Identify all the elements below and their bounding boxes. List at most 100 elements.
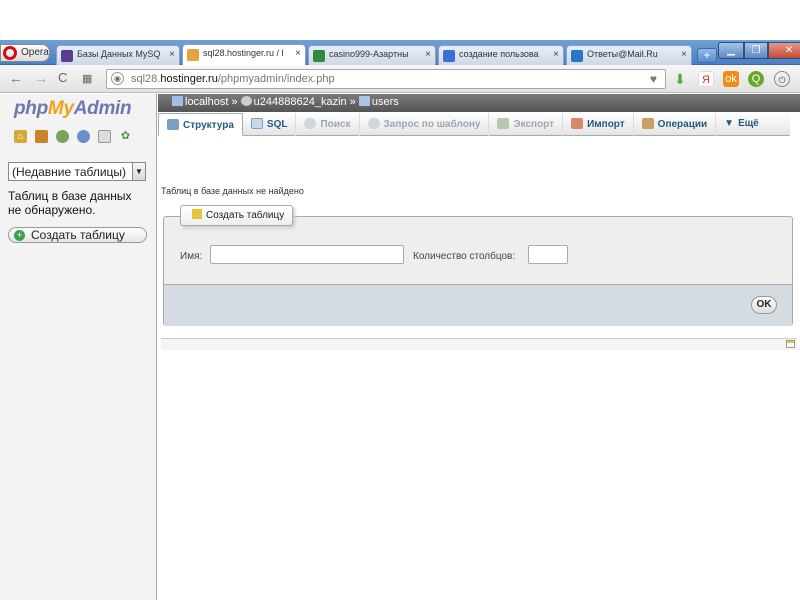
tab-casino999[interactable]: casino999-Азартны × — [308, 45, 436, 65]
tab-label: Ответы@Mail.Ru — [587, 49, 658, 59]
tab-close-icon[interactable]: × — [295, 48, 301, 59]
structure-icon — [167, 119, 179, 130]
turbo-icon[interactable]: ⏻ — [774, 71, 790, 87]
forward-arrow-icon[interactable]: → — [34, 70, 48, 86]
breadcrumb-database[interactable]: u244888624_kazin — [254, 96, 347, 108]
download-arrow-icon[interactable]: ⬇ — [672, 71, 688, 87]
navigation-sidebar: phpMyAdmin ⌂ ✿ (Недавние таблицы) ▼ Табл… — [0, 94, 157, 600]
yandex-icon[interactable]: Я — [698, 71, 714, 87]
page-footer-bar — [161, 338, 797, 350]
opera-menu-button[interactable]: Opera — [0, 44, 50, 62]
tab-mail-answers[interactable]: Ответы@Mail.Ru × — [566, 45, 692, 65]
tab-operations[interactable]: Операции — [634, 113, 717, 136]
tab-create-user[interactable]: создание пользова × — [438, 45, 564, 65]
google-favicon-icon — [443, 50, 455, 62]
phpmyadmin-favicon-icon — [187, 49, 199, 61]
main-content: localhost » u244888624_kazin » users Стр… — [158, 94, 800, 600]
url-path: /phpmyadmin/index.php — [217, 73, 335, 85]
breadcrumb: localhost » u244888624_kazin » users — [158, 94, 800, 112]
new-table-icon — [192, 209, 202, 219]
tab-close-icon[interactable]: × — [681, 49, 687, 60]
breadcrumb-separator: » — [231, 96, 238, 108]
settings-gear-icon[interactable]: ✿ — [119, 130, 132, 143]
sidebar-quick-icons: ⌂ ✿ — [14, 130, 132, 143]
odnoklassniki-icon[interactable]: ok — [723, 71, 739, 87]
tab-import-label: Импорт — [587, 119, 625, 130]
tab-sql[interactable]: SQL — [243, 113, 297, 136]
tab-search-label: Поиск — [320, 119, 351, 130]
create-table-sidebar-button[interactable]: + Создать таблицу — [8, 227, 147, 243]
tab-structure-label: Структура — [183, 120, 234, 131]
logo-admin: Admin — [73, 98, 132, 119]
tab-close-icon[interactable]: × — [169, 49, 175, 60]
breadcrumb-server[interactable]: localhost — [185, 96, 228, 108]
speed-dial-icon[interactable]: ▦ — [82, 72, 92, 85]
tab-query[interactable]: Запрос по шаблону — [360, 113, 490, 136]
window-controls: ▁ ❐ ✕ — [718, 42, 800, 59]
back-arrow-icon[interactable]: ← — [9, 70, 23, 86]
tab-sql-label: SQL — [266, 119, 288, 130]
table-icon — [358, 96, 370, 106]
address-bar: ← → C ▦ ◉ sql28.hostinger.ru/phpmyadmin/… — [0, 65, 800, 93]
ok-button[interactable]: OK — [751, 296, 777, 314]
close-window-icon[interactable]: ✕ — [768, 42, 800, 59]
tab-close-icon[interactable]: × — [553, 49, 559, 60]
tab-close-icon[interactable]: × — [425, 49, 431, 60]
breadcrumb-table[interactable]: users — [372, 96, 399, 108]
tab-label: casino999-Азартны — [329, 49, 409, 59]
tab-more-label: Ещё — [738, 118, 759, 129]
database-icon — [240, 96, 252, 106]
tab-query-label: Запрос по шаблону — [383, 119, 481, 130]
column-count-input[interactable] — [528, 245, 568, 264]
url-prefix: sql28. — [131, 73, 161, 85]
main-menu-tabs: Структура SQL Поиск Запрос по шаблону Эк… — [158, 113, 790, 136]
query-window-icon[interactable] — [56, 130, 69, 143]
tab-search[interactable]: Поиск — [296, 113, 360, 136]
extension-q-icon[interactable]: Q — [748, 71, 764, 87]
logo-my: My — [47, 98, 74, 119]
reload-icon[interactable]: C — [58, 70, 67, 85]
create-table-form: Имя: Количество столбцов: OK — [163, 216, 793, 326]
create-table-legend-label: Создать таблицу — [206, 210, 285, 221]
tab-mysql-databases[interactable]: Базы Данных MySQ × — [56, 45, 180, 65]
url-field[interactable]: ◉ sql28.hostinger.ru/phpmyadmin/index.ph… — [106, 69, 666, 89]
tab-import[interactable]: Импорт — [563, 113, 634, 136]
home-icon[interactable]: ⌂ — [14, 130, 27, 143]
tab-more[interactable]: ▼ Ещё — [716, 113, 767, 136]
new-tab-button[interactable]: + — [697, 48, 717, 63]
maximize-icon[interactable]: ❐ — [744, 42, 768, 59]
search-icon — [304, 118, 317, 129]
documentation-icon[interactable] — [77, 130, 90, 143]
reload-navigation-icon[interactable] — [98, 130, 111, 143]
tab-label: Базы Данных MySQ — [77, 49, 161, 59]
create-table-label: Создать таблицу — [31, 228, 125, 242]
column-count-label: Количество столбцов: — [413, 251, 516, 262]
tab-label: создание пользова — [459, 49, 539, 59]
recent-tables-value: (Недавние таблицы) — [12, 165, 127, 179]
browser-window: Opera Базы Данных MySQ × sql28.hostinger… — [0, 40, 800, 600]
form-footer: OK — [164, 284, 792, 326]
tab-export-label: Экспорт — [513, 119, 555, 130]
mailru-favicon-icon — [571, 50, 583, 62]
phpmyadmin-logo[interactable]: phpMyAdmin — [14, 98, 132, 120]
logout-icon[interactable] — [35, 130, 48, 143]
url-host: hostinger.ru — [160, 73, 218, 85]
tab-structure[interactable]: Структура — [158, 113, 243, 136]
tab-operations-label: Операции — [657, 119, 708, 130]
casino-favicon-icon — [313, 50, 325, 62]
site-info-icon[interactable]: ◉ — [111, 72, 124, 85]
tab-strip: Opera Базы Данных MySQ × sql28.hostinger… — [0, 40, 800, 65]
import-icon — [571, 118, 584, 129]
table-name-input[interactable] — [210, 245, 404, 264]
minimize-icon[interactable]: ▁ — [718, 42, 744, 59]
no-tables-message: Таблиц в базе данных не обнаружено. — [8, 189, 132, 217]
tab-phpmyadmin[interactable]: sql28.hostinger.ru / l × — [182, 44, 306, 65]
recent-tables-select[interactable]: (Недавние таблицы) ▼ — [8, 162, 146, 181]
open-new-window-icon[interactable] — [786, 340, 795, 348]
chevron-down-icon[interactable]: ▼ — [132, 163, 145, 180]
server-icon — [172, 96, 183, 106]
no-tables-notice: Таблиц в базе данных не найдено — [161, 186, 304, 196]
bookmark-heart-icon[interactable]: ♥ — [650, 72, 657, 86]
tab-export[interactable]: Экспорт — [489, 113, 564, 136]
table-name-label: Имя: — [180, 251, 203, 262]
